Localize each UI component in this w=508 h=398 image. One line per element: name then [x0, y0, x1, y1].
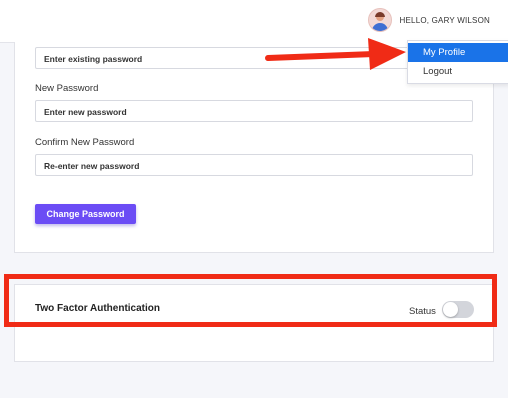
user-menu-toggle[interactable]: HELLO, GARY WILSON	[367, 8, 490, 32]
new-password-field[interactable]: Enter new password	[35, 100, 473, 122]
change-password-button[interactable]: Change Password	[35, 204, 136, 224]
confirm-password-field[interactable]: Re-enter new password	[35, 154, 473, 176]
new-password-label: New Password	[35, 83, 99, 94]
user-greeting[interactable]: HELLO, GARY WILSON	[400, 16, 490, 25]
top-bar: HELLO, GARY WILSON	[0, 0, 508, 43]
menu-item-my-profile[interactable]: My Profile	[408, 43, 508, 62]
highlight-box	[4, 274, 497, 327]
menu-item-logout[interactable]: Logout	[408, 62, 508, 81]
user-dropdown-menu: My Profile Logout	[407, 40, 508, 84]
arrow-right-icon	[265, 38, 406, 70]
user-avatar-icon[interactable]	[367, 8, 392, 32]
confirm-password-label: Confirm New Password	[35, 137, 135, 148]
